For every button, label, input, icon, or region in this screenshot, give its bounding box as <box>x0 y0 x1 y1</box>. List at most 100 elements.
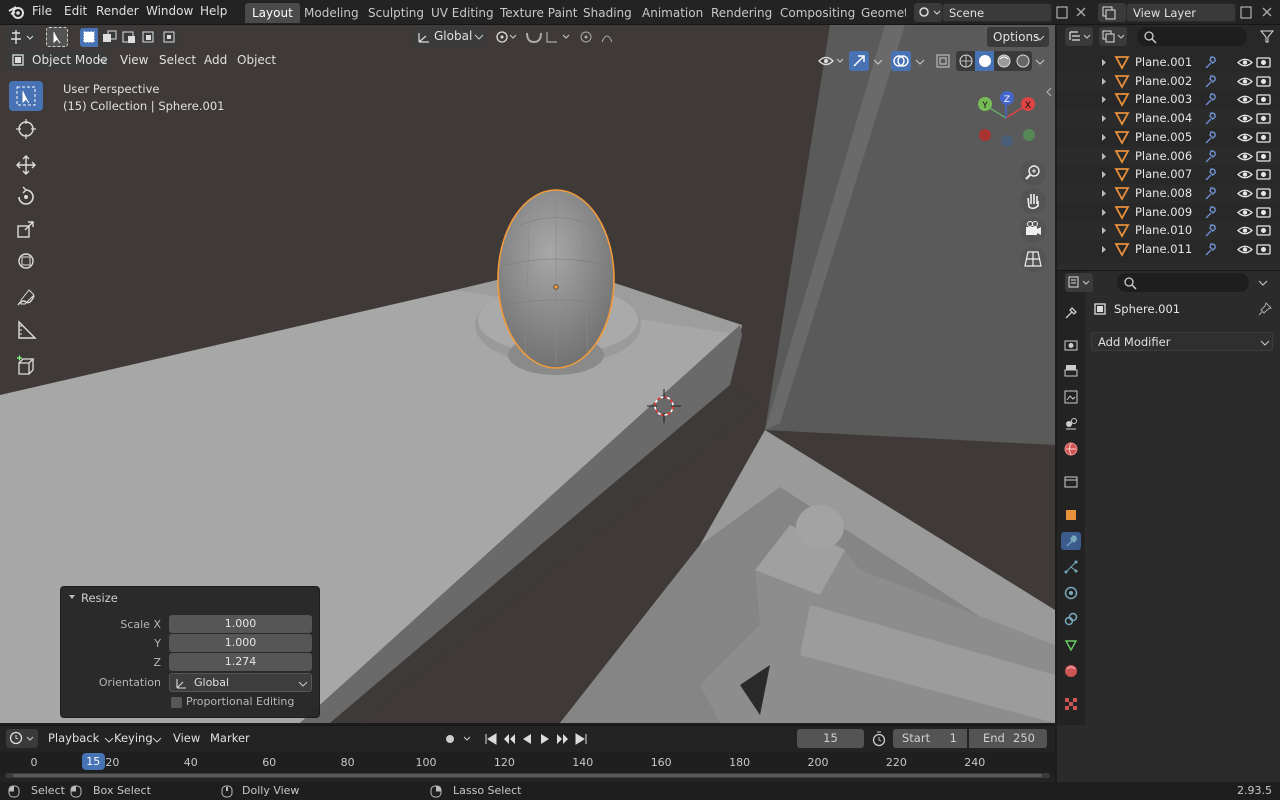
outliner-row[interactable]: Plane.005 <box>1057 127 1280 147</box>
viewport-menu-add[interactable]: Add <box>204 53 227 67</box>
object-tab-icon[interactable] <box>1062 506 1080 524</box>
tab-rendering[interactable]: Rendering <box>704 3 779 23</box>
playhead-marker[interactable]: 15 <box>81 753 105 770</box>
viewport-menu-view[interactable]: View <box>120 53 148 67</box>
eye-icon[interactable] <box>1237 168 1253 181</box>
modifier-wrench-icon[interactable] <box>1203 55 1217 70</box>
xray-toggle-button[interactable] <box>933 51 953 71</box>
transform-tool[interactable] <box>9 246 43 276</box>
render-tab-icon[interactable] <box>1062 336 1080 354</box>
add-cube-tool[interactable] <box>9 351 43 381</box>
camera-render-icon[interactable] <box>1256 74 1271 88</box>
rendered-shading-icon[interactable] <box>1013 51 1032 71</box>
expand-arrow-icon[interactable] <box>1100 95 1108 104</box>
mode-invert-icon[interactable] <box>140 28 158 47</box>
material-shading-icon[interactable] <box>994 51 1013 71</box>
scene-name-field[interactable]: Scene <box>942 3 1052 22</box>
timeline-marker-menu[interactable]: Marker <box>210 731 250 745</box>
tab-modeling[interactable]: Modeling <box>297 3 366 23</box>
outliner-row[interactable]: Plane.009 <box>1057 202 1280 222</box>
modifier-wrench-icon[interactable] <box>1203 186 1217 201</box>
outliner-row[interactable]: Plane.004 <box>1057 109 1280 129</box>
start-frame-field[interactable]: Start 1 <box>893 729 967 748</box>
tab-sculpting[interactable]: Sculpting <box>361 3 431 23</box>
viewport-menu-select[interactable]: Select <box>159 53 196 67</box>
menu-window[interactable]: Window <box>146 4 193 18</box>
jump-end-icon[interactable] <box>572 730 590 748</box>
eye-icon[interactable] <box>1237 224 1253 237</box>
timeline-view-menu[interactable]: View <box>173 731 200 745</box>
rotate-tool[interactable] <box>9 182 43 212</box>
camera-render-icon[interactable] <box>1256 130 1271 144</box>
tab-animation[interactable]: Animation <box>635 3 710 23</box>
tab-texture-paint[interactable]: Texture Paint <box>493 3 584 23</box>
outliner-row[interactable]: Plane.002 <box>1057 71 1280 91</box>
select-box-tool[interactable] <box>9 81 43 111</box>
editor-type-button[interactable] <box>6 27 38 47</box>
pin-icon[interactable] <box>1257 301 1273 317</box>
collection-tab-icon[interactable] <box>1062 473 1080 491</box>
zoom-button[interactable] <box>1020 160 1046 186</box>
annotate-tool[interactable] <box>9 283 43 313</box>
display-mode-button[interactable] <box>1099 27 1127 46</box>
object-mode-dropdown[interactable]: Object Mode <box>6 50 110 70</box>
scale-y-field[interactable]: 1.000 <box>169 634 312 652</box>
delete-scene-icon[interactable] <box>1073 4 1089 20</box>
expand-arrow-icon[interactable] <box>1100 77 1108 86</box>
outliner-row[interactable]: Plane.001 <box>1057 53 1280 72</box>
visibility-selectability-button[interactable] <box>816 51 846 71</box>
expand-arrow-icon[interactable] <box>1100 152 1108 161</box>
sidebar-toggle-icon[interactable] <box>1044 85 1054 99</box>
modifier-wrench-icon[interactable] <box>1203 130 1217 145</box>
pan-button[interactable] <box>1020 188 1046 214</box>
gizmo-dropdown[interactable] <box>870 51 886 71</box>
eye-icon[interactable] <box>1237 187 1253 200</box>
view-layer-selector-button[interactable] <box>1098 3 1126 22</box>
tab-uv-editing[interactable]: UV Editing <box>424 3 501 23</box>
eye-icon[interactable] <box>1237 243 1253 256</box>
eye-icon[interactable] <box>1237 93 1253 106</box>
timeline-scrollbar[interactable] <box>5 773 1050 778</box>
add-modifier-dropdown[interactable]: Add Modifier <box>1091 332 1273 351</box>
expand-arrow-icon[interactable] <box>1100 226 1108 235</box>
gizmo-toggle-button[interactable] <box>849 51 869 71</box>
scale-tool[interactable] <box>9 214 43 244</box>
collapse-triangle-icon[interactable] <box>68 593 76 601</box>
camera-render-icon[interactable] <box>1256 149 1271 163</box>
scale-x-field[interactable]: 1.000 <box>169 615 312 633</box>
modifier-wrench-icon[interactable] <box>1203 92 1217 107</box>
expand-arrow-icon[interactable] <box>1100 133 1108 142</box>
eye-icon[interactable] <box>1237 112 1253 125</box>
blender-logo-icon[interactable] <box>8 4 26 20</box>
camera-render-icon[interactable] <box>1256 186 1271 200</box>
expand-arrow-icon[interactable] <box>1100 170 1108 179</box>
particles-tab-icon[interactable] <box>1062 558 1080 576</box>
shading-dropdown[interactable] <box>1032 51 1048 71</box>
outliner-row[interactable]: Plane.003 <box>1057 90 1280 110</box>
eye-icon[interactable] <box>1237 56 1253 69</box>
select-tool-mode-button[interactable] <box>46 27 68 47</box>
modifier-tab-icon[interactable] <box>1061 532 1081 550</box>
scene-selector-button[interactable] <box>914 3 942 22</box>
eye-icon[interactable] <box>1237 150 1253 163</box>
view-layer-name-field[interactable]: View Layer <box>1126 3 1236 22</box>
modifier-wrench-icon[interactable] <box>1203 205 1217 220</box>
play-icon[interactable] <box>536 730 554 748</box>
view-layer-tab-icon[interactable] <box>1062 388 1080 406</box>
data-tab-icon[interactable] <box>1062 636 1080 654</box>
constraints-tab-icon[interactable] <box>1062 610 1080 628</box>
new-view-layer-icon[interactable] <box>1238 4 1254 20</box>
mode-subtract-icon[interactable] <box>120 28 138 47</box>
menu-edit[interactable]: Edit <box>64 4 87 18</box>
outliner-row[interactable]: Plane.006 <box>1057 146 1280 166</box>
expand-arrow-icon[interactable] <box>1100 114 1108 123</box>
eye-icon[interactable] <box>1237 75 1253 88</box>
perspective-toggle-button[interactable] <box>1020 246 1046 272</box>
mode-intersect-icon[interactable] <box>160 28 178 47</box>
camera-render-icon[interactable] <box>1256 167 1271 181</box>
properties-editor-type-button[interactable] <box>1065 273 1093 292</box>
overlays-dropdown[interactable] <box>912 51 928 71</box>
filter-icon[interactable] <box>1257 27 1277 46</box>
options-chevron-icon[interactable] <box>1255 275 1271 291</box>
viewport-menu-object[interactable]: Object <box>237 53 276 67</box>
